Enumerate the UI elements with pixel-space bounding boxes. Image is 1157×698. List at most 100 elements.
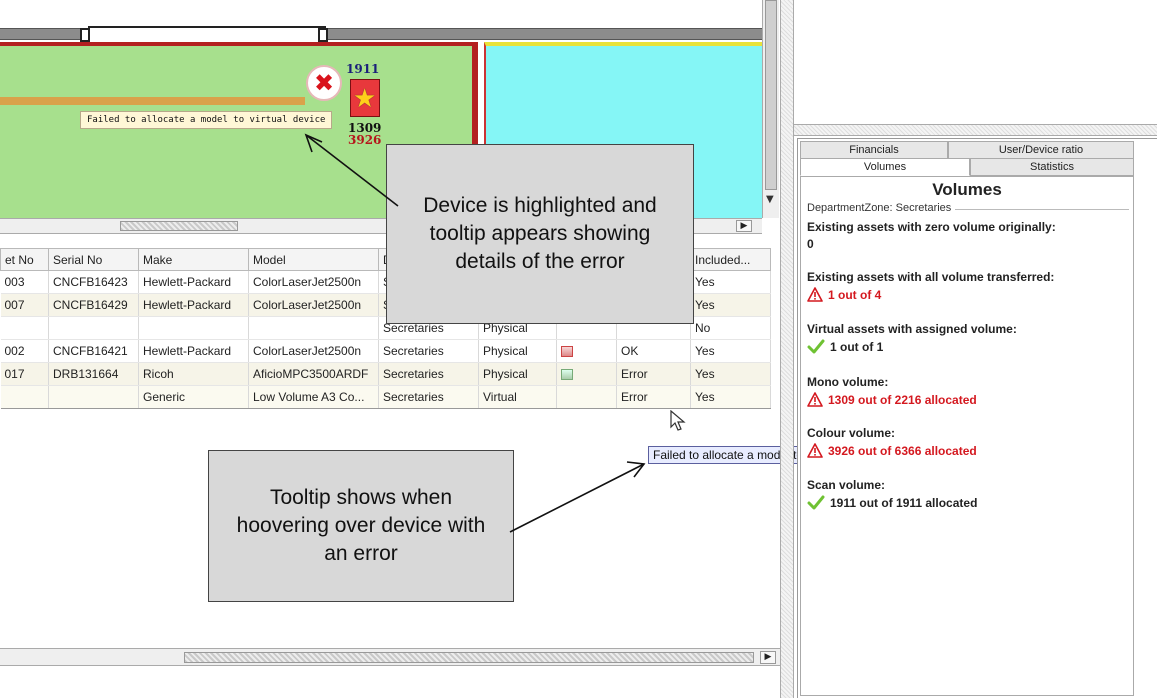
scrollbar-thumb[interactable] xyxy=(120,221,238,231)
stat-label: Existing assets with zero volume origina… xyxy=(807,220,1056,234)
column-header-asset-no[interactable]: et No xyxy=(0,248,49,271)
stat-value-row: 1 out of 4 xyxy=(807,287,1054,302)
red-device-icon[interactable] xyxy=(561,346,573,358)
table-row[interactable]: Generic Low Volume A3 Co... Secretaries Vir… xyxy=(0,385,771,409)
device-icon-cell xyxy=(556,339,617,363)
mouse-cursor-icon xyxy=(670,410,686,431)
type-cell: Physical xyxy=(478,339,557,363)
status-cell: Error xyxy=(616,385,691,409)
stat-label: Scan volume: xyxy=(807,478,886,492)
stat-value: 1 out of 4 xyxy=(828,287,882,302)
scroll-down-arrow-icon[interactable]: ▼ xyxy=(766,194,774,205)
stat-value: 1309 out of 2216 allocated xyxy=(828,392,977,407)
green-check-icon xyxy=(807,495,825,510)
volumes-panel: Financials User/Device ratio Volumes Sta… xyxy=(797,138,1157,698)
department-cell: Secretaries xyxy=(378,339,479,363)
column-header-included[interactable]: Included... xyxy=(690,248,771,271)
volume-stat: Existing assets with all volume transfer… xyxy=(807,270,1054,302)
floor-plan-vertical-scrollbar[interactable]: ▼ xyxy=(762,0,779,218)
type-cell: Virtual xyxy=(478,385,557,409)
green-device-icon[interactable] xyxy=(561,369,573,381)
make-cell: Ricoh xyxy=(138,362,249,386)
column-header-make[interactable]: Make xyxy=(138,248,249,271)
asset-no-cell xyxy=(0,385,49,409)
included-cell: Yes xyxy=(690,385,771,409)
horizontal-splitter[interactable] xyxy=(794,124,1157,136)
column-header-serial-no[interactable]: Serial No xyxy=(48,248,139,271)
device-colour-volume: 3926 xyxy=(348,133,382,147)
callout-text: Tooltip shows when hoovering over device… xyxy=(236,486,486,565)
stat-value-row: 3926 out of 6366 allocated xyxy=(807,443,977,458)
volume-stat: Existing assets with zero volume origina… xyxy=(807,220,1056,251)
scroll-right-arrow-icon[interactable]: ▶ xyxy=(736,220,752,232)
make-cell xyxy=(138,316,249,340)
table-row[interactable]: 017 DRB131664 Ricoh AficioMPC3500ARDF Secret… xyxy=(0,362,771,386)
included-cell: Yes xyxy=(690,293,771,317)
stat-value: 1911 out of 1911 allocated xyxy=(830,495,978,510)
callout-tooltip-hover: Tooltip shows when hoovering over device… xyxy=(208,450,514,602)
error-x-icon xyxy=(306,65,342,101)
stat-value: 3926 out of 6366 allocated xyxy=(828,443,977,458)
make-cell: Hewlett-Packard xyxy=(138,270,249,294)
warning-triangle-icon xyxy=(807,287,823,302)
asset-no-cell: 017 xyxy=(0,362,49,386)
make-cell: Generic xyxy=(138,385,249,409)
tab-statistics[interactable]: Statistics xyxy=(970,158,1134,176)
model-cell xyxy=(248,316,379,340)
model-cell: ColorLaserJet2500n xyxy=(248,293,379,317)
model-cell: ColorLaserJet2500n xyxy=(248,339,379,363)
volume-stat: Scan volume: 1911 out of 1911 allocated xyxy=(807,478,977,510)
floor-plan-tooltip: Failed to allocate a model to virtual de… xyxy=(80,111,333,129)
asset-no-cell: 002 xyxy=(0,339,49,363)
volume-stat: Mono volume: 1309 out of 2216 allocated xyxy=(807,375,977,407)
serial-no-cell xyxy=(48,385,139,409)
callout-device-highlighted: Device is highlighted and tooltip appear… xyxy=(386,144,694,324)
volume-stat: Virtual assets with assigned volume: 1 ou… xyxy=(807,322,1017,354)
table-horizontal-scrollbar[interactable]: ▶ xyxy=(0,648,780,666)
stat-value-row: 1309 out of 2216 allocated xyxy=(807,392,977,407)
warning-triangle-icon xyxy=(807,392,823,407)
stat-value: 1 out of 1 xyxy=(830,339,884,354)
serial-no-cell: CNCFB16423 xyxy=(48,270,139,294)
device-icon-cell xyxy=(556,385,617,409)
asset-no-cell: 003 xyxy=(0,270,49,294)
scrollbar-thumb[interactable] xyxy=(184,652,754,663)
zone-legend: DepartmentZone: Secretaries xyxy=(807,202,956,214)
tab-volumes[interactable]: Volumes xyxy=(800,158,970,176)
star-device-icon[interactable] xyxy=(350,79,380,117)
stat-value-row: 0 xyxy=(807,237,1056,251)
stat-value-row: 1911 out of 1911 allocated xyxy=(807,495,977,510)
serial-no-cell: CNCFB16421 xyxy=(48,339,139,363)
device-icon-cell xyxy=(556,362,617,386)
asset-no-cell: 007 xyxy=(0,293,49,317)
serial-no-cell: CNCFB16429 xyxy=(48,293,139,317)
make-cell: Hewlett-Packard xyxy=(138,339,249,363)
floor-plan-pipe xyxy=(0,97,305,105)
panel-tabs: Financials User/Device ratio Volumes Sta… xyxy=(798,139,1136,177)
device-scan-volume: 1911 xyxy=(346,62,380,76)
serial-no-cell xyxy=(48,316,139,340)
department-cell: Secretaries xyxy=(378,385,479,409)
stat-label: Mono volume: xyxy=(807,375,889,389)
asset-no-cell xyxy=(0,316,49,340)
model-cell: Low Volume A3 Co... xyxy=(248,385,379,409)
stat-label: Colour volume: xyxy=(807,426,896,440)
model-cell: AficioMPC3500ARDF xyxy=(248,362,379,386)
tab-user-device-ratio[interactable]: User/Device ratio xyxy=(948,141,1134,159)
included-cell: Yes xyxy=(690,339,771,363)
serial-no-cell: DRB131664 xyxy=(48,362,139,386)
tab-financials[interactable]: Financials xyxy=(800,141,948,159)
scroll-right-arrow-icon[interactable]: ▶ xyxy=(760,651,776,664)
table-row[interactable]: 002 CNCFB16421 Hewlett-Packard ColorLaserJe… xyxy=(0,339,771,363)
zone-fieldset: DepartmentZone: Secretaries Existing ass… xyxy=(807,202,1129,689)
scrollbar-thumb[interactable] xyxy=(765,0,777,190)
included-cell: Yes xyxy=(690,362,771,386)
column-header-model[interactable]: Model xyxy=(248,248,379,271)
panel-title: Volumes xyxy=(932,180,1002,199)
vertical-splitter[interactable] xyxy=(780,0,794,698)
floor-plan-door-hinge xyxy=(318,28,328,42)
green-check-icon xyxy=(807,339,825,354)
stat-label: Existing assets with all volume transfer… xyxy=(807,270,1055,284)
model-cell: ColorLaserJet2500n xyxy=(248,270,379,294)
stat-label: Virtual assets with assigned volume: xyxy=(807,322,1017,336)
